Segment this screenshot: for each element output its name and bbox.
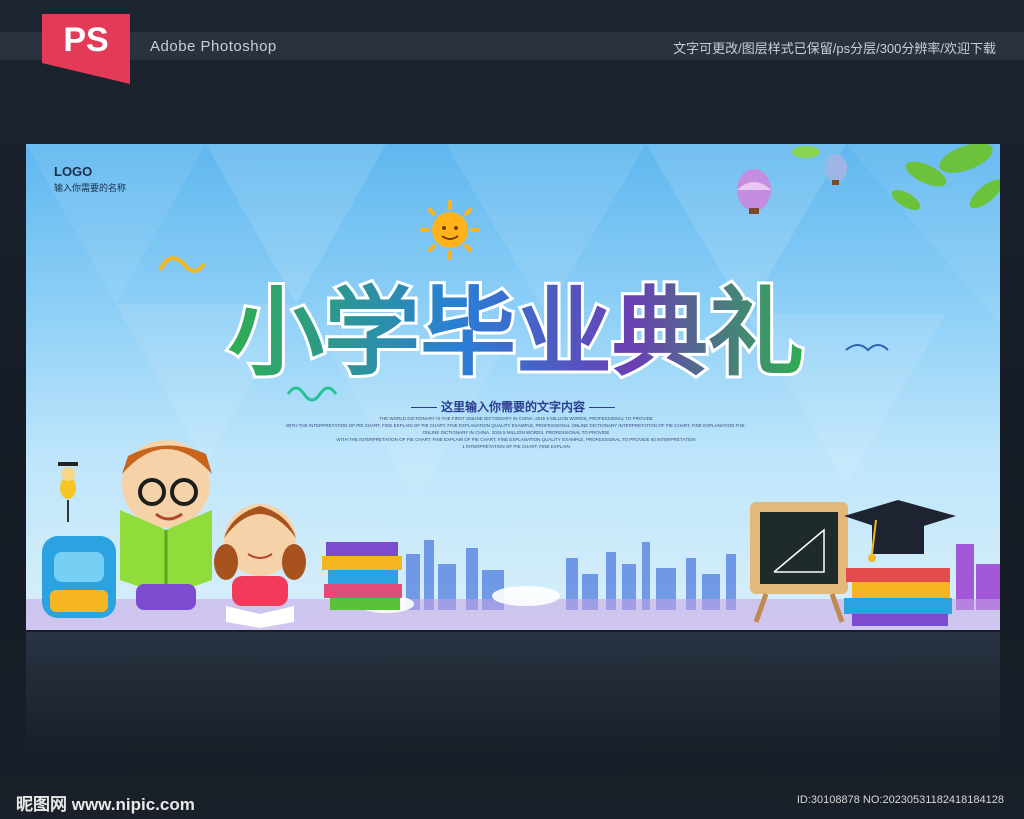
bee-icon xyxy=(58,462,78,522)
site-watermark: 昵图网 www.nipic.com xyxy=(16,795,195,814)
image-id: ID:30108878 NO:20230531182418184128 xyxy=(796,794,1004,806)
fine-print-line: ONLINE DICTIONARY IN CHINA. 2015 5 MILLI… xyxy=(422,430,610,435)
small-balloon-icon xyxy=(825,154,847,185)
backpack-icon xyxy=(42,536,116,618)
graduation-poster: LOGO 输入你需要的名称 小学毕业典礼 这里输入你需要的文字内容 THE WO… xyxy=(26,144,1000,630)
app-name: Adobe Photoshop xyxy=(150,38,277,55)
hot-air-balloon-icon xyxy=(737,169,771,214)
graduation-cap-icon xyxy=(844,500,956,626)
fine-print-line: THE WORLD DICTIONARY IS THE FIRST ONLINE… xyxy=(379,416,653,421)
poster-subtitle: 这里输入你需要的文字内容 xyxy=(26,398,1000,415)
poster-subtitle-text: 这里输入你需要的文字内容 xyxy=(440,400,585,414)
boy-reading-icon xyxy=(120,440,212,610)
fine-print-line: WITH THE INTERPRETATION OF PIE CHART, FI… xyxy=(336,437,696,442)
leaves-icon xyxy=(792,144,1000,211)
book-stack-icon xyxy=(322,542,402,610)
squiggle-icon xyxy=(845,344,889,352)
ps-badge: PS xyxy=(42,14,130,84)
poster-title-text: 小学毕业典礼 xyxy=(228,277,804,389)
poster-reflection xyxy=(26,632,1000,752)
fine-print-line: WITH THE INTERPRETATION OF PIE CHART, FI… xyxy=(286,423,746,428)
feature-list: 文字可更改/图层样式已保留/ps分层/300分辨率/欢迎下载 xyxy=(673,41,996,56)
fine-print-line: 1 INTERPRETATION OF PIE CHART, FINE EXPL… xyxy=(462,444,570,449)
poster-title: 小学毕业典礼 xyxy=(186,262,846,392)
sun-icon xyxy=(420,200,480,260)
